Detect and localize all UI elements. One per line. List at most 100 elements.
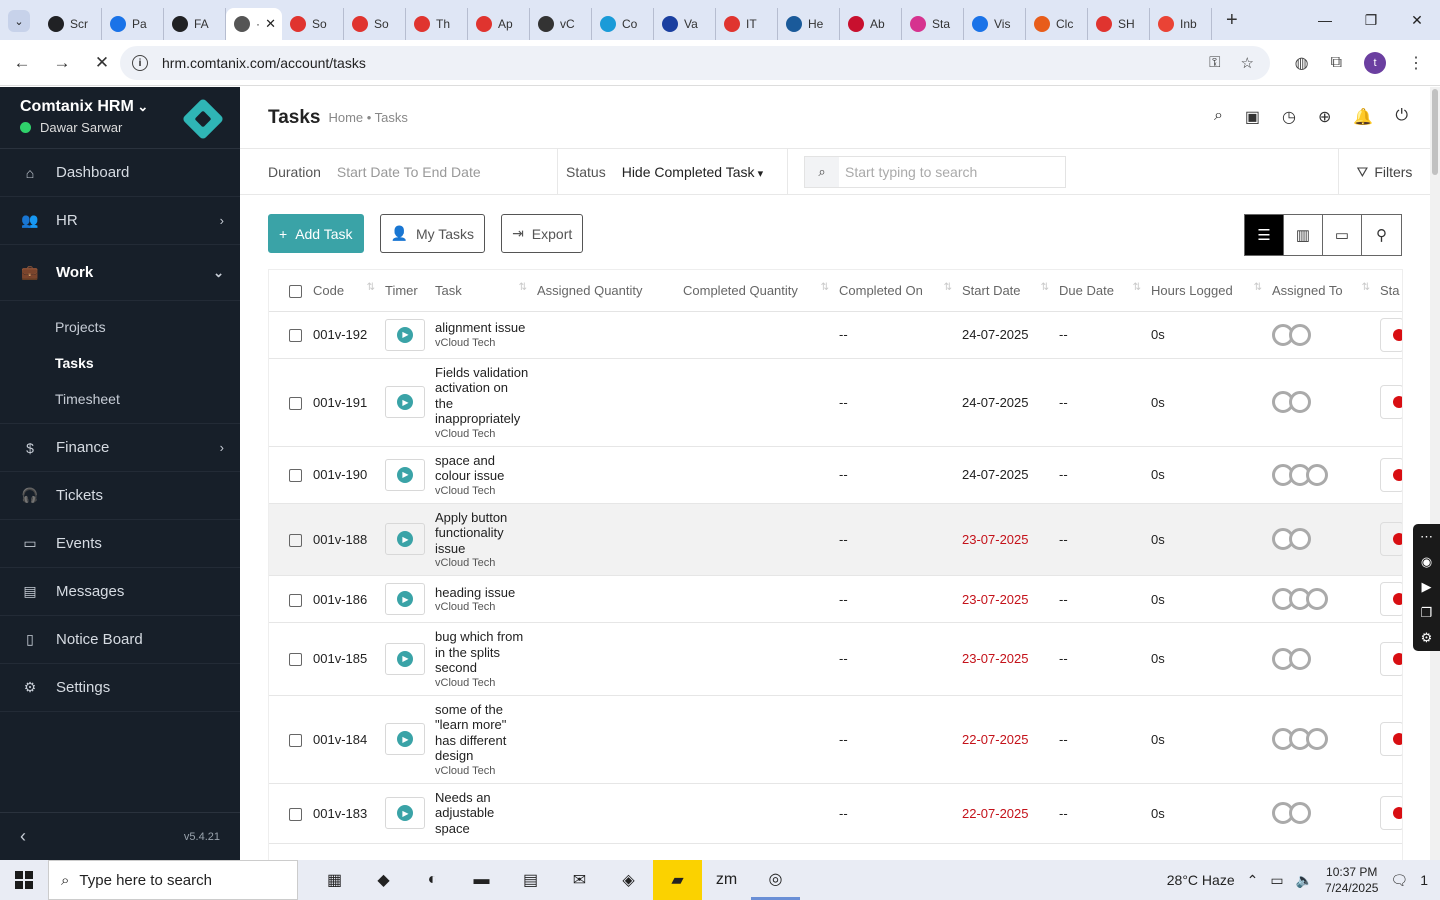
gear-icon[interactable]: ⚙ <box>1421 630 1433 646</box>
table-row[interactable]: 001v-185 ▶ bug which from in the splits se… <box>269 622 1402 696</box>
code-cell[interactable]: 001v-183 <box>309 783 381 844</box>
sidebar-item-notice-board[interactable]: ▯ Notice Board <box>0 616 240 664</box>
brand-header[interactable]: Comtanix HRM Dawar Sarwar <box>0 87 240 149</box>
task-cell[interactable]: bug which from in the splits second vClou… <box>431 622 533 696</box>
new-tab-icon[interactable]: + <box>1226 9 1238 32</box>
column-header-hours-logged[interactable]: Hours Logged ⇅ <box>1147 270 1268 312</box>
password-key-icon[interactable]: ⚿ <box>1209 54 1220 72</box>
task-name[interactable]: space and colour issue <box>435 453 529 484</box>
start-timer-button[interactable]: ▶ <box>385 642 425 675</box>
start-timer-button[interactable]: ▶ <box>385 723 425 755</box>
browser-tab[interactable]: SH <box>1088 8 1150 40</box>
column-header-completed-quantity[interactable]: Completed Quantity ⇅ <box>679 270 835 312</box>
column-header-completed-on[interactable]: Completed On ⇅ <box>835 270 958 312</box>
row-checkbox[interactable] <box>289 329 302 343</box>
add-circle-icon[interactable]: ⊕ <box>1318 107 1331 127</box>
avatar[interactable] <box>1289 391 1311 413</box>
tab-search-icon[interactable]: ⌄ <box>8 10 30 32</box>
filters-button[interactable]: ⛛ Filters <box>1338 149 1430 195</box>
avatar[interactable] <box>1289 528 1311 551</box>
status-indicator[interactable] <box>1380 582 1402 616</box>
code-cell[interactable]: 001v-192 <box>309 311 381 359</box>
edge-icon[interactable]: ◐ <box>408 860 457 900</box>
browser-tab[interactable]: Inb <box>1150 8 1212 40</box>
sidebar-subitem-timesheet[interactable]: Timesheet <box>55 381 240 417</box>
status-indicator[interactable] <box>1380 457 1402 492</box>
row-checkbox[interactable] <box>289 807 302 821</box>
status-indicator[interactable] <box>1380 722 1402 756</box>
browser-tab[interactable]: IT <box>716 8 778 40</box>
browser-tab[interactable]: Vis <box>964 8 1026 40</box>
start-timer-button[interactable]: ▶ <box>385 797 425 830</box>
clock[interactable]: 10:37 PM 7/24/2025 <box>1325 864 1378 896</box>
task-name[interactable]: bug which from in the splits second <box>435 629 529 676</box>
network-icon[interactable]: ▭ <box>1270 872 1283 889</box>
start-timer-button[interactable]: ▶ <box>385 386 425 418</box>
sidebar-subitem-tasks[interactable]: Tasks <box>55 345 240 381</box>
my-tasks-button[interactable]: 👤 My Tasks <box>379 214 486 253</box>
sidebar-subitem-projects[interactable]: Projects <box>55 309 240 345</box>
app-diamond-icon[interactable]: ◈ <box>604 860 653 900</box>
sticky-note-icon[interactable]: ▣ <box>1245 107 1260 127</box>
tray-chevron-up-icon[interactable]: ⌃ <box>1247 872 1259 889</box>
task-cell[interactable]: some of the "learn more" has different d… <box>431 695 533 784</box>
pin-view-icon[interactable]: ⚲ <box>1362 215 1401 255</box>
notifications-icon[interactable]: 🗨 <box>1390 872 1408 889</box>
task-name[interactable]: some of the "learn more" has different d… <box>435 702 529 764</box>
sidebar-item-work[interactable]: 💼 Work ⌄ <box>0 245 240 301</box>
table-row[interactable]: 001v-184 ▶ some of the "learn more" has di… <box>269 695 1402 784</box>
code-cell[interactable]: 001v-191 <box>309 358 381 447</box>
globe-icon[interactable]: ◍ <box>1295 53 1309 73</box>
task-cell[interactable]: Fields validation activation on the inap… <box>431 358 533 447</box>
status-indicator[interactable] <box>1380 317 1402 352</box>
browser-tab[interactable]: Scr <box>40 8 102 40</box>
sidebar-item-finance[interactable]: $ Finance › <box>0 424 240 472</box>
page-scrollbar[interactable] <box>1430 87 1440 860</box>
start-timer-button[interactable]: ▶ <box>385 583 425 615</box>
column-header-due-date[interactable]: Due Date ⇅ <box>1055 270 1147 312</box>
bookmark-star-icon[interactable]: ☆ <box>1241 54 1254 72</box>
browser-tab[interactable]: Ab <box>840 8 902 40</box>
list-view-icon[interactable]: ☰ <box>1245 215 1284 255</box>
window-icon[interactable]: ❐ <box>1421 605 1433 621</box>
table-row[interactable]: 001v-183 ▶ Needs an adjustable space -- 22-0… <box>269 783 1402 844</box>
row-checkbox[interactable] <box>289 593 302 607</box>
site-info-icon[interactable]: i <box>132 55 148 71</box>
windows-start-icon[interactable] <box>0 871 48 889</box>
table-row[interactable]: 001v-186 ▶ heading issue vCloud Tech -- 23-07… <box>269 575 1402 623</box>
sticky-notes-icon[interactable]: ▰ <box>653 860 702 900</box>
forward-icon[interactable]: → <box>44 53 80 73</box>
file-explorer-icon[interactable]: ▬ <box>457 860 506 900</box>
sidebar-item-messages[interactable]: ▤ Messages <box>0 568 240 616</box>
search-icon[interactable]: ⌕ <box>1214 107 1223 127</box>
start-timer-button[interactable]: ▶ <box>385 523 425 556</box>
status-indicator[interactable] <box>1380 641 1402 676</box>
row-checkbox[interactable] <box>289 396 302 410</box>
table-row[interactable]: 001v-188 ▶ Apply button functionality issu… <box>269 503 1402 576</box>
task-name[interactable]: alignment issue <box>435 320 529 336</box>
task-name[interactable]: Apply button functionality issue <box>435 510 529 557</box>
duration-date-range[interactable]: Start Date To End Date <box>337 164 481 180</box>
browser-tab[interactable]: Pa <box>102 8 164 40</box>
avatar[interactable] <box>1289 802 1311 825</box>
browser-tab[interactable]: · ✕ <box>226 8 282 40</box>
sidebar-item-hr[interactable]: 👥 HR › <box>0 197 240 245</box>
column-header-assigned-quantity[interactable]: Assigned Quantity <box>533 270 679 312</box>
task-cell[interactable]: space and colour issue vCloud Tech <box>431 446 533 504</box>
sidebar-item-events[interactable]: ▭ Events <box>0 520 240 568</box>
browser-tab[interactable]: Th <box>406 8 468 40</box>
row-checkbox[interactable] <box>289 469 302 483</box>
sidebar-item-tickets[interactable]: 🎧 Tickets <box>0 472 240 520</box>
table-row[interactable]: 001v-192 ▶ alignment issue vCloud Tech -- 24-… <box>269 311 1402 359</box>
extensions-puzzle-icon[interactable]: ⧉ <box>1331 54 1342 72</box>
browser-tab[interactable]: FA <box>164 8 226 40</box>
task-cell[interactable]: Needs an adjustable space <box>431 783 533 844</box>
browser-tab[interactable]: So <box>344 8 406 40</box>
stop-loading-icon[interactable]: ✕ <box>84 53 120 73</box>
select-all-checkbox[interactable] <box>289 284 302 298</box>
scrollbar-thumb[interactable] <box>1432 89 1438 175</box>
browser-tab[interactable]: Sta <box>902 8 964 40</box>
collapse-sidebar-icon[interactable]: ‹ <box>20 826 26 847</box>
back-icon[interactable]: ← <box>4 53 40 73</box>
code-cell[interactable]: 001v-188 <box>309 503 381 576</box>
